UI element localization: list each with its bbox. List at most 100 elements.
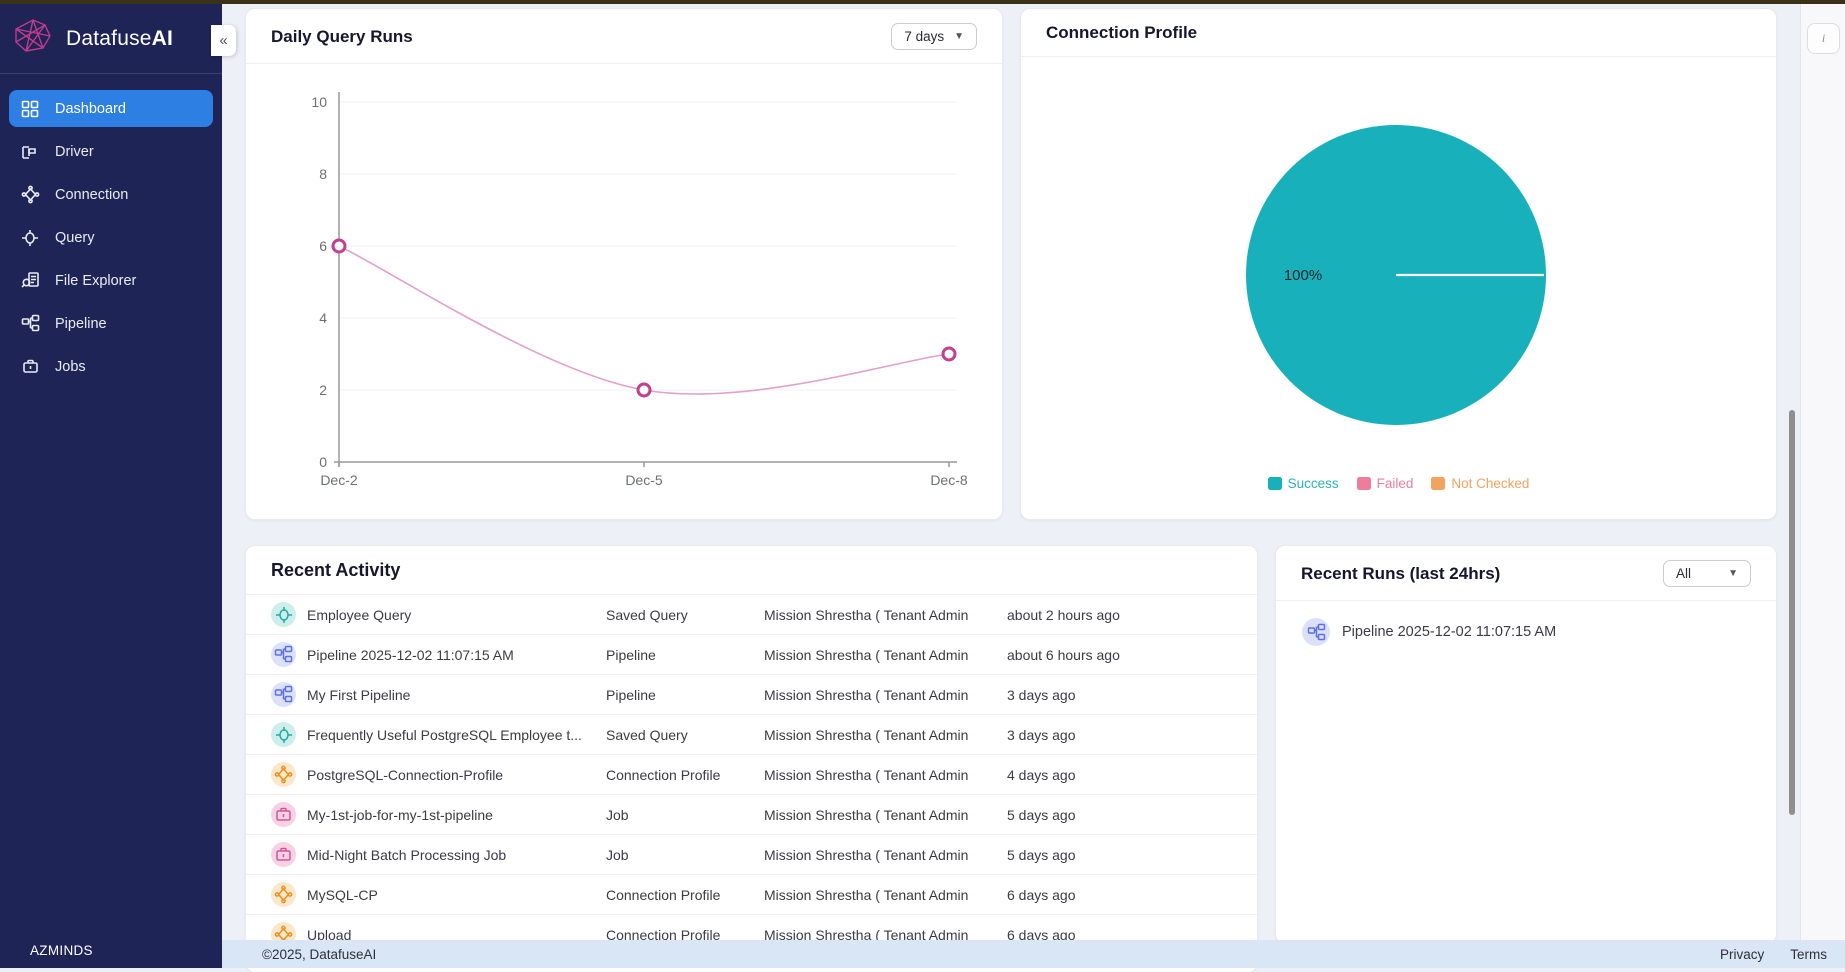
activity-name: My-1st-job-for-my-1st-pipeline <box>307 807 606 823</box>
pipeline-icon <box>1302 618 1330 646</box>
svg-text:0: 0 <box>319 454 327 470</box>
privacy-link[interactable]: Privacy <box>1720 947 1764 962</box>
sidebar-item-dashboard[interactable]: Dashboard <box>9 90 213 127</box>
sidebar-item-label: File Explorer <box>55 273 136 289</box>
activity-type: Job <box>606 807 764 823</box>
job-icon <box>20 357 40 377</box>
pipeline-icon <box>271 682 296 707</box>
activity-owner: Mission Shrestha ( Tenant Admin <box>764 807 1007 823</box>
runs-filter-value: All <box>1676 566 1691 581</box>
connection-profile-pie-chart: 100% <box>1021 57 1776 457</box>
activity-type: Connection Profile <box>606 887 764 903</box>
pie-legend: Success Failed Not Checked <box>1021 476 1776 491</box>
recent-activity-table: Employee QuerySaved QueryMission Shresth… <box>246 595 1257 955</box>
chevron-down-icon: ▼ <box>1728 568 1738 579</box>
recent-runs-card: Recent Runs (last 24hrs) All ▼ Pipeline … <box>1275 545 1777 944</box>
sidebar-item-label: Pipeline <box>55 316 107 332</box>
run-label: Pipeline 2025-12-02 11:07:15 AM <box>1342 624 1556 640</box>
sidebar-item-file-explorer[interactable]: File Explorer <box>9 262 213 299</box>
data-point-Dec-8[interactable] <box>943 348 955 360</box>
brand: DatafuseAI <box>0 4 222 71</box>
recent-runs-title: Recent Runs (last 24hrs) <box>1301 564 1500 584</box>
main-content: Daily Query Runs 7 days ▼ 0246810Dec-2De… <box>222 4 1845 968</box>
sidebar-item-query[interactable]: Query <box>9 219 213 256</box>
list-item[interactable]: Pipeline 2025-12-02 11:07:15 AM <box>1276 601 1776 646</box>
range-select[interactable]: 7 days ▼ <box>891 23 977 50</box>
sidebar: DatafuseAI Dashboard Driver Connection Quer… <box>0 4 222 968</box>
page-footer: ©2025, DatafuseAI PrivacyTerms <box>222 940 1845 968</box>
legend-label: Failed <box>1377 476 1414 491</box>
activity-name: MySQL-CP <box>307 887 606 903</box>
vertical-scrollbar[interactable] <box>1789 410 1795 815</box>
sidebar-item-pipeline[interactable]: Pipeline <box>9 305 213 342</box>
sidebar-footer-text: AZMINDS <box>30 943 93 958</box>
table-row[interactable]: Employee QuerySaved QueryMission Shresth… <box>246 595 1257 635</box>
legend-item-success[interactable]: Success <box>1268 476 1339 491</box>
activity-name: Frequently Useful PostgreSQL Employee t.… <box>307 727 606 743</box>
activity-owner: Mission Shrestha ( Tenant Admin <box>764 647 1007 663</box>
table-row[interactable]: MySQL-CPConnection ProfileMission Shrest… <box>246 875 1257 915</box>
pie-data-label: 100% <box>1284 267 1322 284</box>
activity-name: Mid-Night Batch Processing Job <box>307 847 606 863</box>
sidebar-item-label: Driver <box>55 144 94 160</box>
legend-item-failed[interactable]: Failed <box>1357 476 1414 491</box>
job-icon <box>271 802 296 827</box>
brand-logo-icon <box>12 18 54 59</box>
activity-time: 5 days ago <box>1007 847 1076 863</box>
svg-text:Dec-2: Dec-2 <box>320 472 358 488</box>
activity-time: about 2 hours ago <box>1007 607 1120 623</box>
sidebar-item-label: Dashboard <box>55 101 126 117</box>
data-point-Dec-5[interactable] <box>638 384 650 396</box>
table-row[interactable]: My-1st-job-for-my-1st-pipelineJobMission… <box>246 795 1257 835</box>
sidebar-item-jobs[interactable]: Jobs <box>9 348 213 385</box>
activity-owner: Mission Shrestha ( Tenant Admin <box>764 727 1007 743</box>
activity-type: Pipeline <box>606 647 764 663</box>
connection-icon <box>271 762 296 787</box>
table-row[interactable]: PostgreSQL-Connection-ProfileConnection … <box>246 755 1257 795</box>
activity-time: 5 days ago <box>1007 807 1076 823</box>
connection-icon <box>20 185 40 205</box>
svg-text:6: 6 <box>319 238 327 254</box>
sidebar-item-label: Connection <box>55 187 128 203</box>
sidebar-divider <box>0 73 222 74</box>
activity-name: PostgreSQL-Connection-Profile <box>307 767 606 783</box>
activity-time: 6 days ago <box>1007 887 1076 903</box>
sidebar-item-connection[interactable]: Connection <box>9 176 213 213</box>
query-icon <box>271 602 296 627</box>
activity-type: Saved Query <box>606 727 764 743</box>
data-point-Dec-2[interactable] <box>333 240 345 252</box>
sidebar-collapse-button[interactable]: « <box>211 25 236 56</box>
activity-time: 3 days ago <box>1007 727 1076 743</box>
pipeline-icon <box>20 314 40 334</box>
legend-label: Success <box>1288 476 1339 491</box>
info-button[interactable]: i <box>1807 23 1840 54</box>
terms-link[interactable]: Terms <box>1790 947 1827 962</box>
activity-type: Saved Query <box>606 607 764 623</box>
sidebar-item-label: Jobs <box>55 359 86 375</box>
svg-text:Dec-8: Dec-8 <box>930 472 968 488</box>
pipeline-icon <box>271 642 296 667</box>
sidebar-item-driver[interactable]: Driver <box>9 133 213 170</box>
activity-owner: Mission Shrestha ( Tenant Admin <box>764 887 1007 903</box>
sidebar-item-label: Query <box>55 230 95 246</box>
table-row[interactable]: Pipeline 2025-12-02 11:07:15 AMPipelineM… <box>246 635 1257 675</box>
activity-type: Job <box>606 847 764 863</box>
table-row[interactable]: Mid-Night Batch Processing JobJobMission… <box>246 835 1257 875</box>
range-select-value: 7 days <box>904 29 944 44</box>
legend-item-not-checked[interactable]: Not Checked <box>1431 476 1529 491</box>
runs-filter-select[interactable]: All ▼ <box>1663 560 1751 587</box>
legend-swatch <box>1431 477 1445 490</box>
recent-runs-list: Pipeline 2025-12-02 11:07:15 AM <box>1276 601 1776 646</box>
activity-name: Pipeline 2025-12-02 11:07:15 AM <box>307 647 606 663</box>
legend-label: Not Checked <box>1451 476 1529 491</box>
activity-time: 3 days ago <box>1007 687 1076 703</box>
brand-name: DatafuseAI <box>66 27 173 51</box>
table-row[interactable]: Frequently Useful PostgreSQL Employee t.… <box>246 715 1257 755</box>
connection-profile-title: Connection Profile <box>1046 23 1197 43</box>
footer-links: Privacy Terms <box>1720 947 1827 962</box>
table-row[interactable]: My First PipelinePipelineMission Shresth… <box>246 675 1257 715</box>
daily-query-runs-title: Daily Query Runs <box>271 27 413 47</box>
recent-activity-card: Recent Activity Employee QuerySaved Quer… <box>245 545 1258 972</box>
activity-owner: Mission Shrestha ( Tenant Admin <box>764 767 1007 783</box>
driver-icon <box>20 142 40 162</box>
